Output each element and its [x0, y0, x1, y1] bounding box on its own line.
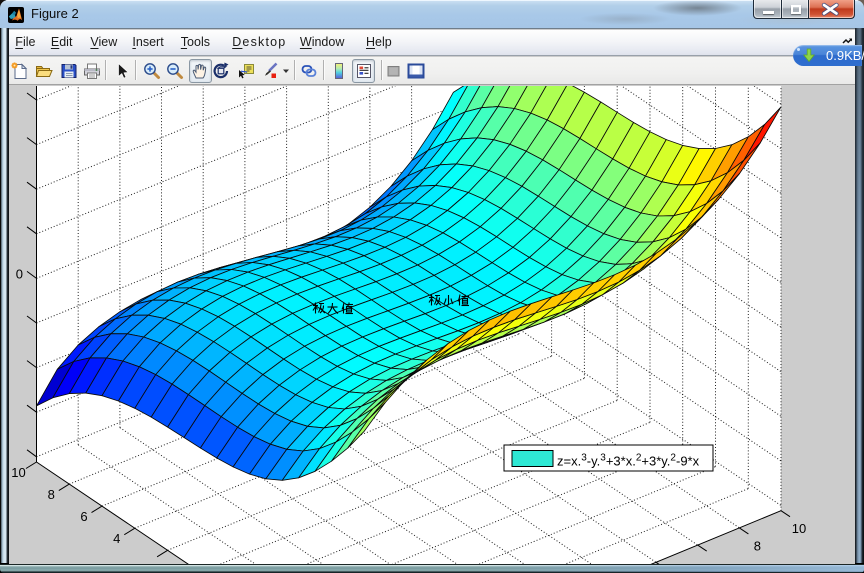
svg-text:8: 8	[754, 538, 761, 553]
svg-text:8: 8	[48, 487, 55, 502]
svg-text:10: 10	[11, 465, 25, 480]
svg-text:6: 6	[80, 509, 87, 524]
svg-text:0: 0	[16, 266, 23, 281]
svg-text:4: 4	[113, 531, 120, 546]
svg-text:10: 10	[792, 521, 806, 536]
svg-text:z=x.3-y.3+3*x.2+3*y.2-9*x: z=x.3-y.3+3*x.2+3*y.2-9*x	[557, 452, 700, 468]
